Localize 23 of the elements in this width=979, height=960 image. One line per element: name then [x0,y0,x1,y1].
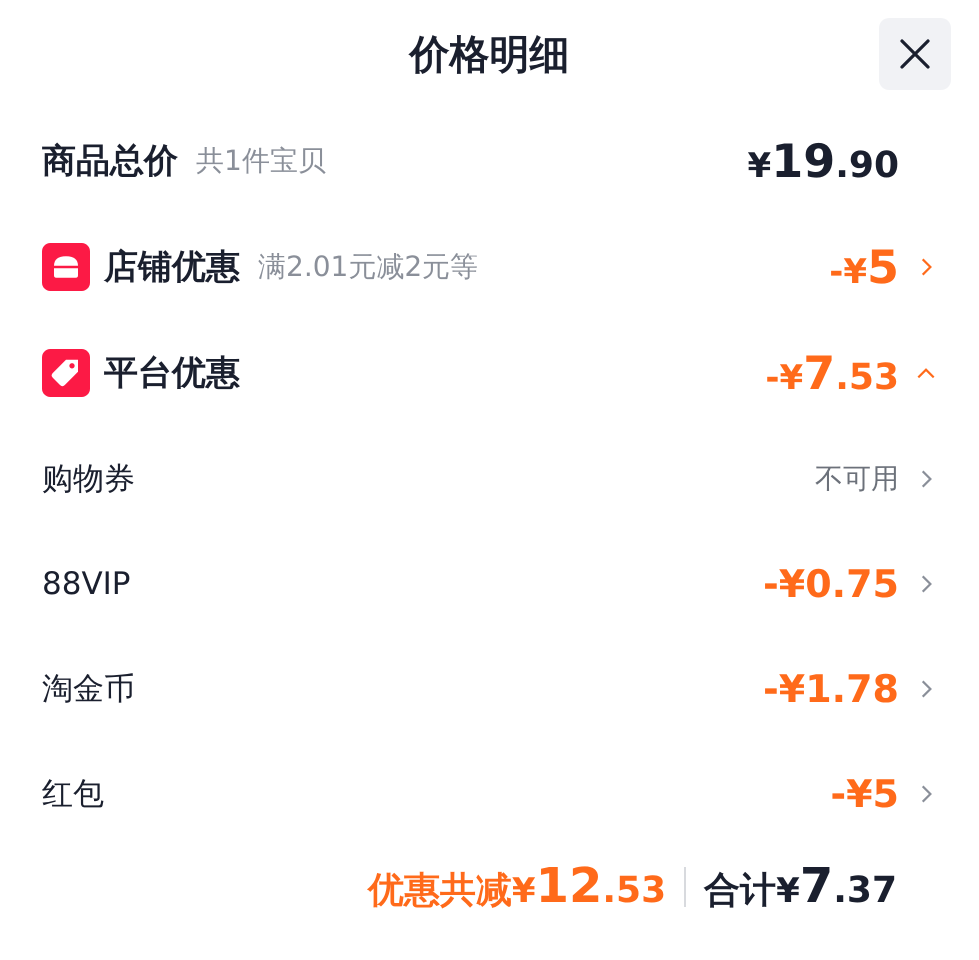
discount-total: 优惠共减¥12.53 [368,858,666,915]
close-button[interactable] [879,18,951,90]
discount-amount: -¥7.53 [765,346,899,400]
item-label: 购物券 [42,460,135,498]
tag-icon [42,349,90,397]
discount-amount: -¥1.78 [763,666,899,710]
dialog-title: 价格明细 [410,30,570,80]
item-label: 88VIP [42,566,130,602]
section-label: 店铺优惠 [104,246,240,289]
section-label: 平台优惠 [104,352,240,395]
item-label: 红包 [42,774,104,814]
item-status: 不可用 [815,460,899,496]
item-label: 淘金币 [42,670,135,708]
discount-amount: -¥5 [829,240,899,294]
discount-amount: -¥5 [830,772,899,816]
row-label: 商品总价 [42,140,178,183]
price-amount: ¥19.90 [748,134,899,188]
discount-amount: -¥0.75 [763,562,899,606]
row-note: 共1件宝贝 [196,143,326,179]
grand-total: 合计¥7.37 [704,858,897,915]
store-icon [42,243,90,291]
section-note: 满2.01元减2元等 [258,249,478,285]
close-icon [898,37,932,71]
